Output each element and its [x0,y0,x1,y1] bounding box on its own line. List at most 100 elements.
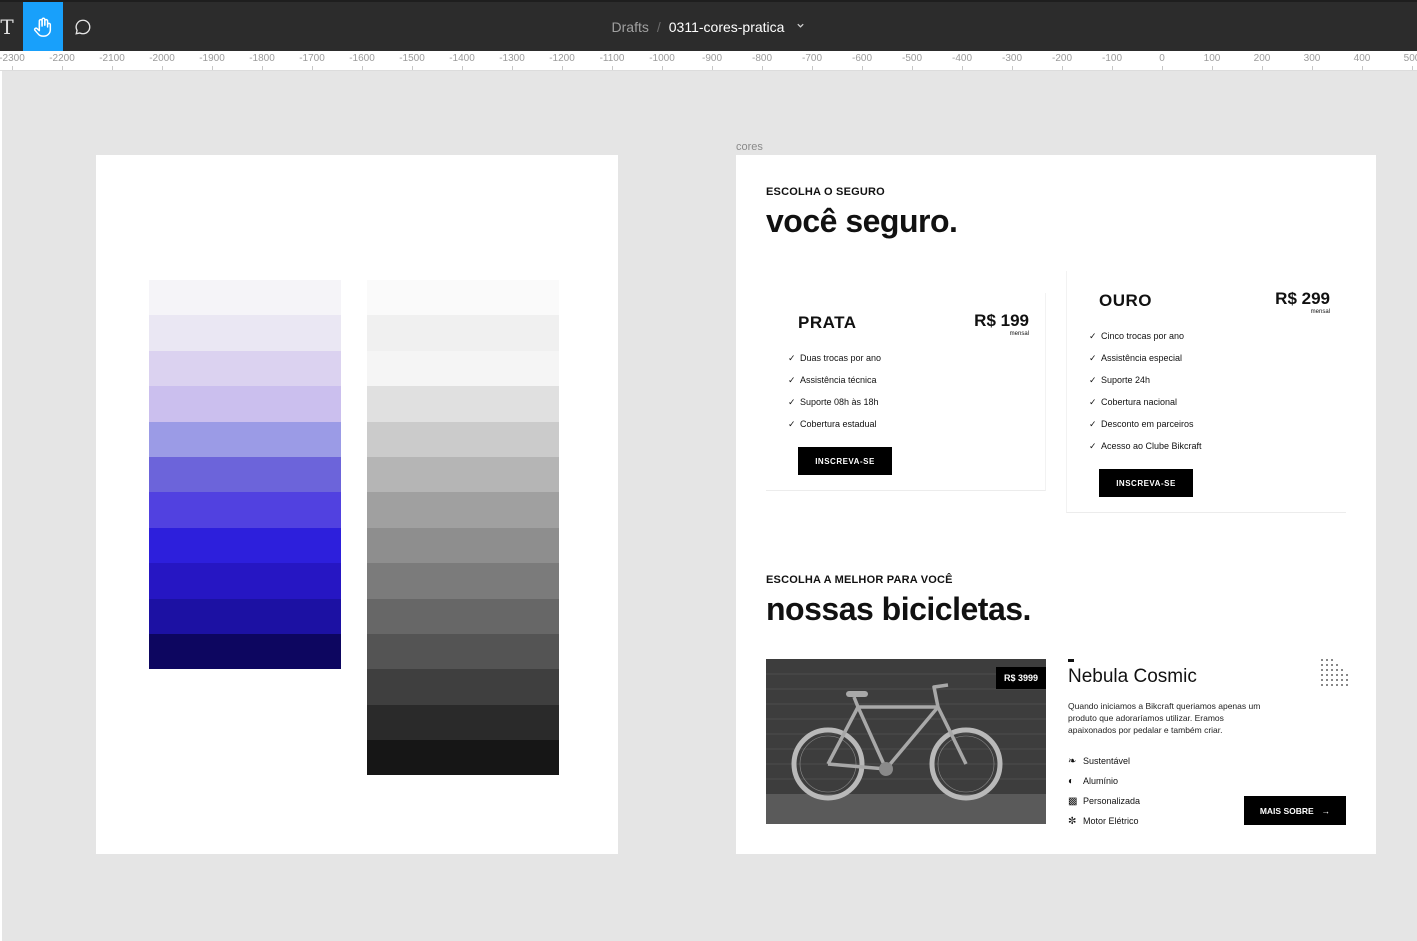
color-swatch[interactable] [367,280,559,316]
color-swatch[interactable] [367,456,559,493]
color-swatch[interactable] [367,492,559,528]
color-swatch[interactable] [149,492,341,528]
bikes-headline: nossas bicicletas. [766,591,1031,627]
plan-period: mensal [1310,309,1330,315]
color-swatch[interactable] [149,527,341,564]
color-swatch[interactable] [149,280,341,316]
color-swatch[interactable] [367,527,559,564]
subscribe-button-ouro[interactable]: INSCREVA-SE [1099,469,1193,497]
ruler-tick-line [712,66,713,70]
ruler-tick-line [362,66,363,70]
check-icon: ✓ [1089,352,1097,363]
plan-price: R$ 199 [974,311,1029,330]
ruler-tick-line [412,66,413,70]
color-swatch[interactable] [149,633,341,670]
ruler-tick-line [1112,66,1113,70]
feature-label: Personalizada [1083,796,1141,806]
feature-label: Cinco trocas por ano [1101,331,1185,341]
feature-item: ✓ Cinco trocas por ano [1089,325,1202,347]
plan-name: PRATA [798,313,857,332]
breadcrumb-drafts[interactable]: Drafts [612,19,649,35]
plan-features: ✓ Duas trocas por ano ✓ Assistência técnic… [788,347,881,435]
ruler-tick-line [1312,66,1313,70]
chevron-down-icon[interactable] [796,21,805,33]
feature-label: Motor Elétrico [1083,816,1139,826]
feature-item: ❧ Sustentável [1068,751,1140,771]
check-icon: ✓ [1089,374,1097,385]
ruler-tick-label: -1600 [349,53,375,64]
ruler-tick-label: -900 [701,53,723,64]
check-icon: ✓ [788,418,796,429]
ruler-tick-line [1062,66,1063,70]
color-swatch[interactable] [367,598,559,634]
subscribe-button-prata[interactable]: INSCREVA-SE [798,447,892,475]
file-name[interactable]: 0311-cores-pratica [669,19,785,35]
price-tag: R$ 3999 [995,667,1046,689]
bike-title: Nebula Cosmic [1068,666,1197,687]
color-swatch[interactable] [367,633,559,670]
color-swatch[interactable] [367,740,559,776]
color-swatch[interactable] [149,456,341,493]
gray-palette [367,280,559,776]
plan-price: R$ 299 [1275,289,1330,308]
arrow-right-icon: → [1321,805,1331,816]
vertical-ruler [0,71,2,941]
ruler-tick-line [512,66,513,70]
ruler-tick-label: 200 [1253,53,1271,64]
plan-name: OURO [1099,291,1152,310]
color-swatch[interactable] [367,563,559,599]
ruler-tick-label: 400 [1353,53,1371,64]
more-about-button[interactable]: MAIS SOBRE → [1244,796,1346,825]
color-swatch[interactable] [367,704,559,741]
ruler-tick-label: -600 [851,53,873,64]
ruler-tick-line [162,66,163,70]
cores-frame[interactable]: ESCOLHA O SEGURO você seguro. PRATA R$ 1… [736,155,1376,854]
ruler-tick-label: -1300 [499,53,525,64]
ruler-tick-label: -1000 [649,53,675,64]
bike-image: R$ 3999 [766,659,1046,824]
breadcrumb-separator: / [656,18,661,35]
ruler-tick-label: -800 [751,53,773,64]
color-swatch[interactable] [149,421,341,457]
color-swatch[interactable] [367,669,559,705]
feature-label: Assistência técnica [800,375,877,385]
ruler-tick-line [612,66,613,70]
aluminium-icon: ◐ [1068,775,1075,787]
ruler-tick-line [462,66,463,70]
color-swatch[interactable] [367,315,559,351]
color-swatch[interactable] [367,386,559,422]
ruler-tick-label: -2100 [99,53,125,64]
color-swatch[interactable] [149,350,341,387]
color-swatch[interactable] [367,350,559,387]
ruler-tick-line [962,66,963,70]
feature-label: Cobertura estadual [800,419,877,429]
horizontal-ruler: -2300 -2200 -2100 -2000 -1900 -1800 -1700 -1600… [0,51,1417,71]
ruler-tick-label: -1700 [299,53,325,64]
frame-label[interactable]: cores [736,141,763,153]
color-swatch[interactable] [149,386,341,422]
palette-frame[interactable] [96,155,618,854]
insurance-headline: você seguro. [766,203,958,239]
ruler-tick-label: -1400 [449,53,475,64]
color-swatch[interactable] [149,315,341,351]
dots-pattern-icon [1321,659,1348,686]
ruler-tick-label: -400 [951,53,973,64]
ruler-tick-label: -2000 [149,53,175,64]
check-icon: ✓ [788,374,796,385]
ruler-tick-label: -2300 [0,53,25,64]
feature-item: ✓ Assistência especial [1089,347,1202,369]
ruler-tick-line [1012,66,1013,70]
ruler-tick-line [62,66,63,70]
color-swatch[interactable] [367,421,559,457]
feature-item: ◐ Alumínio [1068,771,1140,791]
ruler-tick-line [912,66,913,70]
feature-label: Suporte 08h às 18h [800,397,879,407]
feature-label: Sustentável [1083,756,1131,766]
ruler-tick-line [562,66,563,70]
feature-item: ✓ Cobertura estadual [788,413,881,435]
check-icon: ✓ [1089,418,1097,429]
feature-item: ✓ Desconto em parceiros [1089,413,1202,435]
top-toolbar: T Drafts / 0311-cores-pratica [0,0,1417,51]
color-swatch[interactable] [149,598,341,634]
color-swatch[interactable] [149,563,341,599]
